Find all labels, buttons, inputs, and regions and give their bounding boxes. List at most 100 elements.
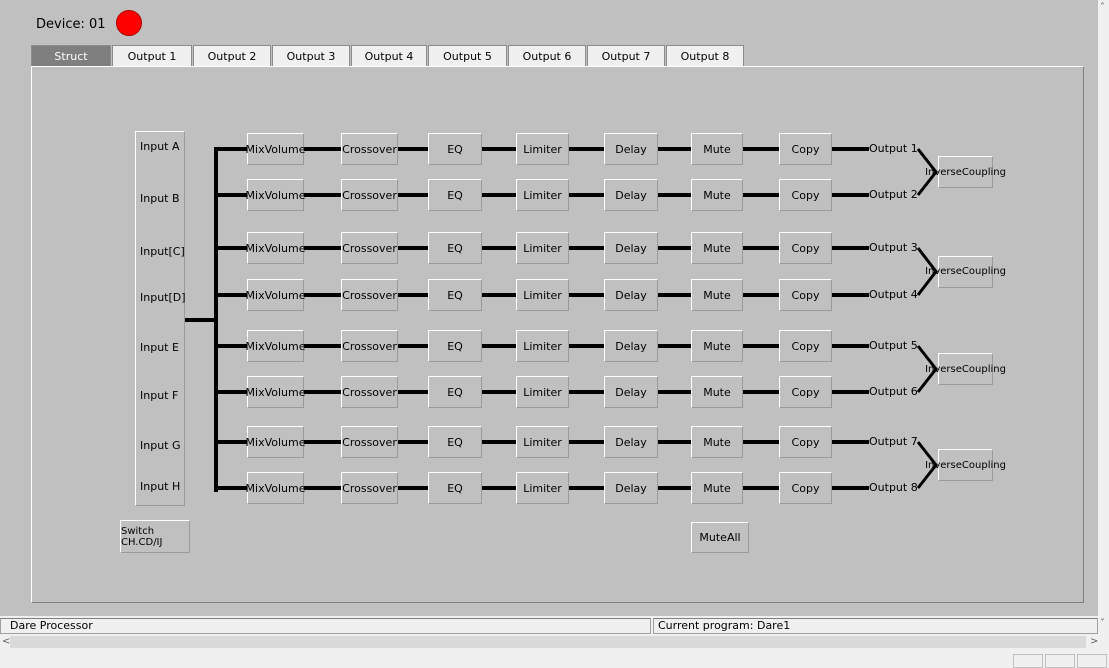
block-mute-button[interactable]: Mute xyxy=(691,472,743,504)
block-eq-button[interactable]: EQ xyxy=(428,133,482,165)
block-eq-button[interactable]: EQ xyxy=(428,426,482,458)
scrollbar-track[interactable] xyxy=(10,636,1086,648)
block-delay-button[interactable]: Delay xyxy=(604,426,658,458)
input-label[interactable]: Input F xyxy=(140,389,178,402)
tab-output-1[interactable]: Output 1 xyxy=(112,45,192,67)
input-label[interactable]: Input B xyxy=(140,192,180,205)
block-delay-button[interactable]: Delay xyxy=(604,133,658,165)
block-limiter-button[interactable]: Limiter xyxy=(516,330,569,362)
block-limiter-button[interactable]: Limiter xyxy=(516,133,569,165)
block-crossover-button[interactable]: Crossover xyxy=(341,133,398,165)
block-mixvolume-button[interactable]: MixVolume xyxy=(246,279,305,311)
block-limiter-button[interactable]: Limiter xyxy=(516,232,569,264)
input-label[interactable]: Input A xyxy=(140,140,180,153)
input-label[interactable]: Input[D] xyxy=(140,291,186,304)
scroll-up-icon[interactable]: ˄ xyxy=(1100,2,1105,14)
block-delay-button[interactable]: Delay xyxy=(604,472,658,504)
block-copy-button[interactable]: Copy xyxy=(779,232,832,264)
block-delay-button[interactable]: Delay xyxy=(604,330,658,362)
block-limiter-button[interactable]: Limiter xyxy=(516,179,569,211)
block-limiter-button[interactable]: Limiter xyxy=(516,472,569,504)
block-crossover-button[interactable]: Crossover xyxy=(341,472,398,504)
block-mute-button[interactable]: Mute xyxy=(691,376,743,408)
block-mixvolume-button[interactable]: MixVolume xyxy=(246,376,305,408)
inverse-coupling-button[interactable]: Inverse Coupling xyxy=(925,353,1006,385)
tab-output-6[interactable]: Output 6 xyxy=(508,45,586,67)
block-eq-button[interactable]: EQ xyxy=(428,279,482,311)
block-limiter-button[interactable]: Limiter xyxy=(516,376,569,408)
tab-output-7[interactable]: Output 7 xyxy=(587,45,665,67)
block-copy-button[interactable]: Copy xyxy=(779,133,832,165)
status-app-name: Dare Processor xyxy=(0,618,651,634)
output-label: Output 1 xyxy=(869,142,918,155)
output-label: Output 2 xyxy=(869,188,918,201)
tab-output-5[interactable]: Output 5 xyxy=(428,45,507,67)
input-label[interactable]: Input G xyxy=(140,439,181,452)
inverse-coupling-button[interactable]: Inverse Coupling xyxy=(925,449,1006,481)
block-mixvolume-button[interactable]: MixVolume xyxy=(246,426,305,458)
block-mute-button[interactable]: Mute xyxy=(691,279,743,311)
output-label: Output 6 xyxy=(869,385,918,398)
output-label: Output 8 xyxy=(869,481,918,494)
block-crossover-button[interactable]: Crossover xyxy=(341,376,398,408)
block-crossover-button[interactable]: Crossover xyxy=(341,179,398,211)
block-mute-button[interactable]: Mute xyxy=(691,330,743,362)
input-label[interactable]: Input E xyxy=(140,341,179,354)
horizontal-scrollbar[interactable]: < > xyxy=(0,634,1098,650)
block-delay-button[interactable]: Delay xyxy=(604,279,658,311)
block-copy-button[interactable]: Copy xyxy=(779,376,832,408)
block-crossover-button[interactable]: Crossover xyxy=(341,279,398,311)
inverse-coupling-button[interactable]: Inverse Coupling xyxy=(925,156,1006,188)
block-crossover-button[interactable]: Crossover xyxy=(341,330,398,362)
block-mute-button[interactable]: Mute xyxy=(691,426,743,458)
tab-output-8[interactable]: Output 8 xyxy=(666,45,744,67)
block-mixvolume-button[interactable]: MixVolume xyxy=(246,472,305,504)
block-eq-button[interactable]: EQ xyxy=(428,376,482,408)
block-limiter-button[interactable]: Limiter xyxy=(516,426,569,458)
vertical-scrollbar[interactable]: ˄ ˅ xyxy=(1098,0,1109,634)
input-label[interactable]: Input[C] xyxy=(140,245,185,258)
block-crossover-button[interactable]: Crossover xyxy=(341,232,398,264)
block-mixvolume-button[interactable]: MixVolume xyxy=(246,179,305,211)
block-copy-button[interactable]: Copy xyxy=(779,179,832,211)
block-delay-button[interactable]: Delay xyxy=(604,179,658,211)
device-status-led xyxy=(116,10,142,36)
tab-struct[interactable]: Struct xyxy=(31,45,111,67)
block-copy-button[interactable]: Copy xyxy=(779,279,832,311)
switch-channel-button[interactable]: Switch CH.CD/IJ xyxy=(120,520,190,553)
output-label: Output 5 xyxy=(869,339,918,352)
block-limiter-button[interactable]: Limiter xyxy=(516,279,569,311)
block-crossover-button[interactable]: Crossover xyxy=(341,426,398,458)
mute-all-button[interactable]: MuteAll xyxy=(691,522,749,553)
block-eq-button[interactable]: EQ xyxy=(428,330,482,362)
inverse-coupling-label: Inverse xyxy=(925,166,962,178)
status-bar: Dare Processor Current program: Dare1 xyxy=(0,618,1098,634)
block-mixvolume-button[interactable]: MixVolume xyxy=(246,133,305,165)
tab-output-4[interactable]: Output 4 xyxy=(351,45,427,67)
block-mute-button[interactable]: Mute xyxy=(691,133,743,165)
output-label: Output 7 xyxy=(869,435,918,448)
block-mute-button[interactable]: Mute xyxy=(691,232,743,264)
block-delay-button[interactable]: Delay xyxy=(604,232,658,264)
block-copy-button[interactable]: Copy xyxy=(779,426,832,458)
block-eq-button[interactable]: EQ xyxy=(428,472,482,504)
block-copy-button[interactable]: Copy xyxy=(779,472,832,504)
block-copy-button[interactable]: Copy xyxy=(779,330,832,362)
scroll-down-icon[interactable]: ˅ xyxy=(1100,618,1105,630)
inverse-coupling-label: Inverse xyxy=(925,459,962,471)
inverse-coupling-button[interactable]: Inverse Coupling xyxy=(925,255,1006,288)
output-label: Output 4 xyxy=(869,288,918,301)
status-pane xyxy=(1077,654,1107,668)
scroll-right-icon[interactable]: > xyxy=(1090,636,1098,648)
tab-output-3[interactable]: Output 3 xyxy=(272,45,350,67)
inverse-coupling-label: Coupling xyxy=(961,166,1006,178)
block-mute-button[interactable]: Mute xyxy=(691,179,743,211)
block-delay-button[interactable]: Delay xyxy=(604,376,658,408)
block-eq-button[interactable]: EQ xyxy=(428,179,482,211)
tab-output-2[interactable]: Output 2 xyxy=(193,45,271,67)
output-label: Output 3 xyxy=(869,241,918,254)
block-mixvolume-button[interactable]: MixVolume xyxy=(246,232,305,264)
block-mixvolume-button[interactable]: MixVolume xyxy=(246,330,305,362)
block-eq-button[interactable]: EQ xyxy=(428,232,482,264)
input-label[interactable]: Input H xyxy=(140,480,180,493)
